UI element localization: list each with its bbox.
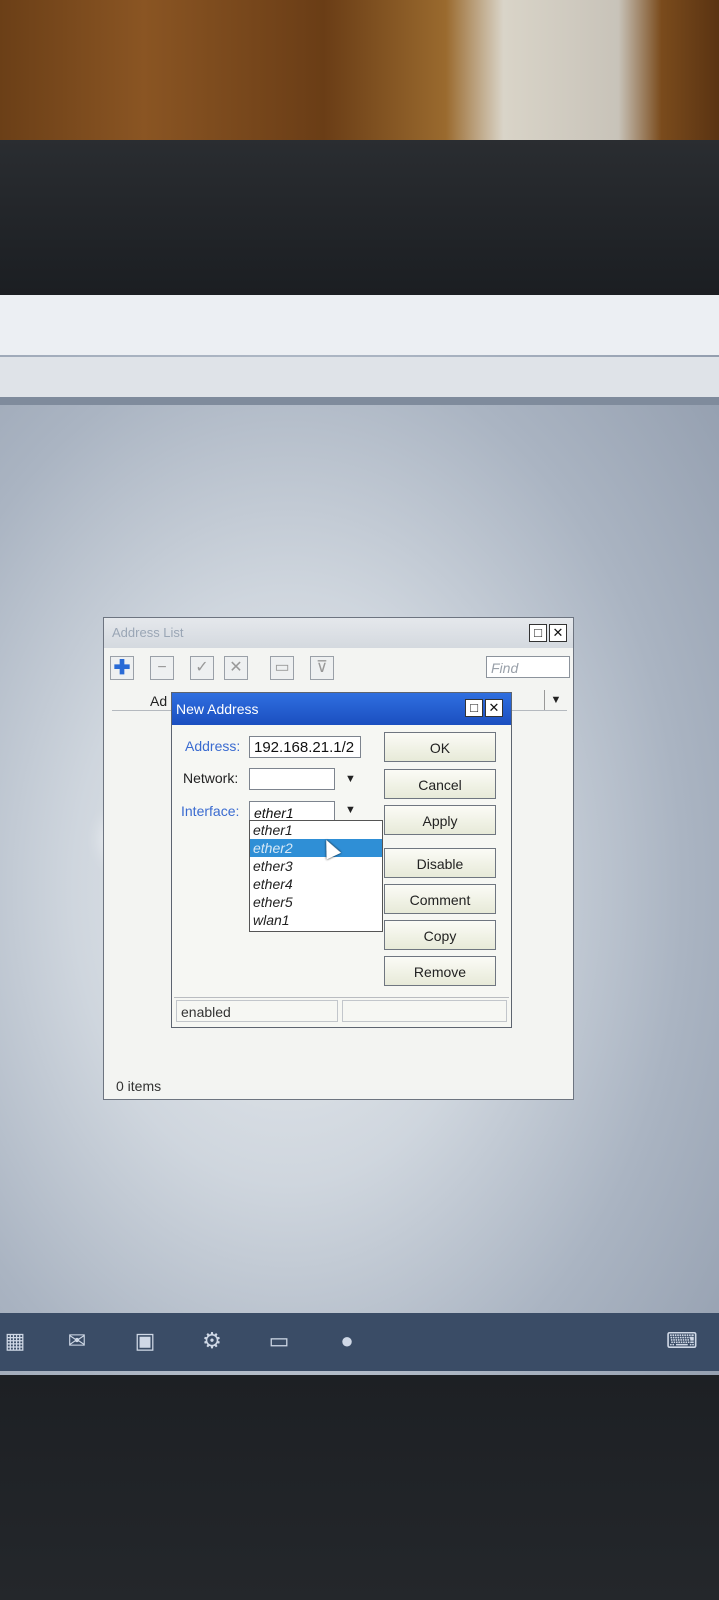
address-label: Address: — [185, 738, 241, 754]
interface-dropdown-list: ether1 ether2 ether3 ether4 ether5 wlan1 — [249, 820, 383, 932]
gear-icon[interactable]: ⚙ — [197, 1327, 227, 1355]
interface-dropdown-icon[interactable]: ▼ — [345, 804, 356, 816]
monitor-icon[interactable]: ▭ — [264, 1327, 294, 1355]
dialog-maximize-button[interactable]: □ — [465, 699, 483, 717]
new-address-dialog: New Address □ ✕ Address: 192.168.21.1/2 … — [171, 692, 512, 1028]
address-list-toolbar: ✚ − ✓ ✕ ▭ ⊽ Find — [110, 656, 570, 684]
check-icon[interactable]: ✓ — [190, 656, 214, 680]
disable-button[interactable]: Disable — [384, 848, 496, 878]
dialog-status-bar: enabled — [174, 997, 509, 1024]
network-field[interactable] — [249, 768, 335, 790]
address-list-title: Address List — [104, 618, 573, 648]
remove-button[interactable]: Remove — [384, 956, 496, 986]
menu-band — [0, 357, 719, 397]
maximize-button[interactable]: □ — [529, 624, 547, 642]
keyboard-icon[interactable]: ⌨ — [666, 1327, 698, 1355]
option-ether3[interactable]: ether3 — [250, 857, 382, 875]
status-text: enabled — [176, 1000, 338, 1022]
app-icon[interactable]: ▣ — [130, 1327, 160, 1355]
comment-button[interactable]: Comment — [384, 884, 496, 914]
apply-button[interactable]: Apply — [384, 805, 496, 835]
taskbar-edge-icon[interactable]: ▦ — [0, 1327, 30, 1355]
top-band — [0, 295, 719, 355]
option-ether1[interactable]: ether1 — [250, 821, 382, 839]
close-button[interactable]: ✕ — [549, 624, 567, 642]
address-field[interactable]: 192.168.21.1/2 — [249, 736, 361, 758]
option-wlan1[interactable]: wlan1 — [250, 911, 382, 929]
dialog-title: New Address — [172, 693, 511, 725]
note-icon[interactable]: ▭ — [270, 656, 294, 680]
network-dropdown-icon[interactable]: ▼ — [345, 773, 356, 785]
cancel-button[interactable]: Cancel — [384, 769, 496, 799]
cross-icon[interactable]: ✕ — [224, 656, 248, 680]
option-ether5[interactable]: ether5 — [250, 893, 382, 911]
taskbar: ▦ ✉ ▣ ⚙ ▭ ● ⌨ — [0, 1313, 719, 1371]
copy-button[interactable]: Copy — [384, 920, 496, 950]
network-label: Network: — [183, 770, 239, 786]
interface-label: Interface: — [181, 803, 240, 819]
items-count: 0 items — [116, 1078, 162, 1094]
globe-icon[interactable]: ● — [332, 1327, 362, 1355]
mail-icon[interactable]: ✉ — [62, 1327, 92, 1355]
option-ether4[interactable]: ether4 — [250, 875, 382, 893]
band-divider — [0, 397, 719, 405]
laptop-bezel-top — [0, 140, 719, 350]
minus-icon[interactable]: − — [150, 656, 174, 680]
plus-icon[interactable]: ✚ — [110, 656, 134, 680]
screen: Address List □ ✕ ✚ − ✓ ✕ ▭ ⊽ Find Ad ▼ 0… — [0, 295, 719, 1375]
address-list-window-buttons: □ ✕ — [529, 624, 567, 642]
ok-button[interactable]: OK — [384, 732, 496, 762]
option-ether2[interactable]: ether2 — [250, 839, 382, 857]
status-cell-empty — [342, 1000, 507, 1022]
laptop-bezel-bottom — [0, 1375, 719, 1600]
background-wall — [0, 0, 719, 140]
find-input[interactable]: Find — [486, 656, 570, 678]
dialog-window-buttons: □ ✕ — [465, 699, 503, 717]
column-header-label[interactable]: Ad — [150, 693, 167, 709]
dialog-close-button[interactable]: ✕ — [485, 699, 503, 717]
columns-dropdown-icon[interactable]: ▼ — [544, 690, 567, 710]
filter-icon[interactable]: ⊽ — [310, 656, 334, 680]
